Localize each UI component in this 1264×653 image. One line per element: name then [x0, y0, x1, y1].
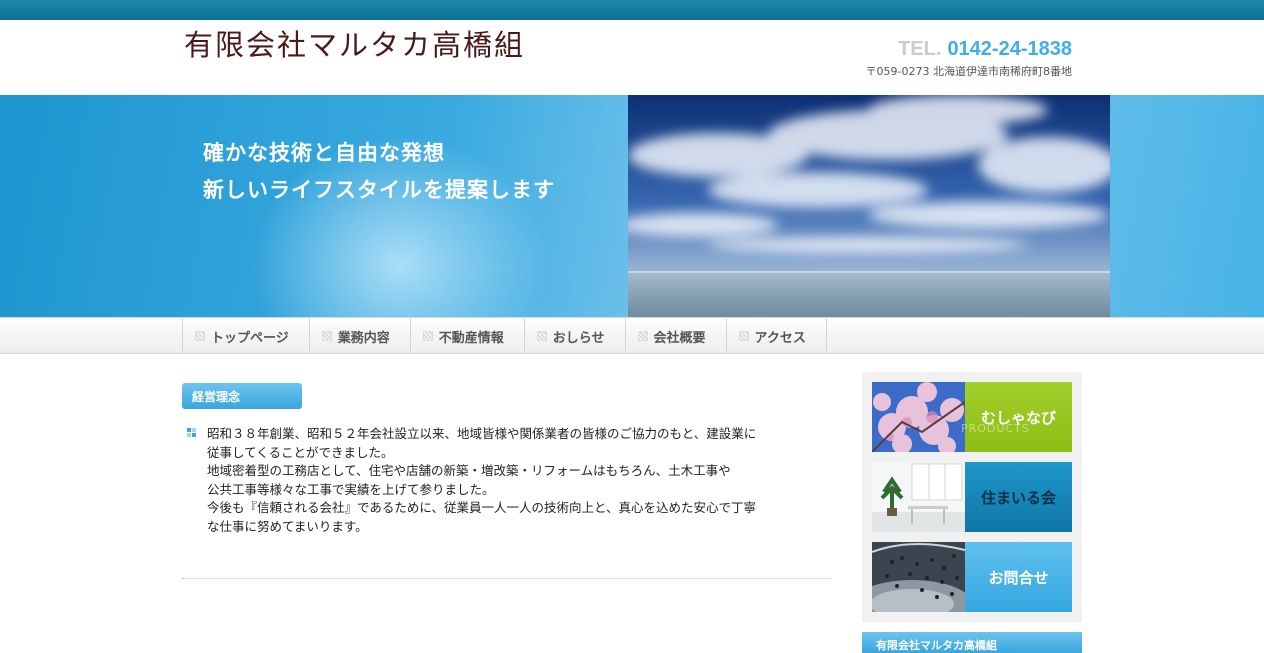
- banner-contact[interactable]: お問合せ: [872, 542, 1072, 612]
- hero-tagline: 確かな技術と自由な発想 新しいライフスタイルを提案します: [203, 135, 555, 209]
- tagline-line-2: 新しいライフスタイルを提案します: [203, 178, 555, 202]
- nav-item-real-estate[interactable]: 不動産情報: [411, 318, 525, 354]
- bullet-icon: [187, 428, 196, 437]
- section-title: 経営理念: [182, 383, 302, 409]
- text-line: 昭和３８年創業、昭和５２年会社設立以来、地域皆様や関係業者の皆様のご協力のもと、…: [207, 426, 757, 441]
- nav-item-top[interactable]: トップページ: [183, 318, 310, 354]
- banner-mushanavi[interactable]: PRODUCTS むしゃなび: [872, 382, 1072, 452]
- nav-label: おしらせ: [552, 330, 605, 346]
- nav-label: 業務内容: [337, 330, 390, 346]
- cherry-blossom-image: [872, 382, 965, 452]
- crowd-image: [872, 542, 965, 612]
- text-line: 従事してくることができました。: [207, 444, 394, 460]
- philosophy-text: 昭和３８年創業、昭和５２年会社設立以来、地域皆様や関係業者の皆様のご協力のもと、…: [207, 425, 797, 536]
- tel-number: 0142-24-1838: [947, 38, 1072, 60]
- tagline-line-1: 確かな技術と自由な発想: [203, 141, 445, 165]
- nav-label: アクセス: [754, 330, 806, 346]
- header: 有限会社マルタカ高橋組 TEL. 0142-24-1838 〒059-0273 北…: [0, 20, 1264, 95]
- philosophy-content: 昭和３８年創業、昭和５２年会社設立以来、地域皆様や関係業者の皆様のご協力のもと、…: [187, 425, 797, 536]
- text-line: 公共工事等様々な工事で実績を上げて参りました。: [207, 481, 495, 497]
- banner-label-area: 住まいる会: [965, 462, 1072, 532]
- global-nav: トップページ 業務内容 不動産情報 おしらせ 会社概要 アクセス: [0, 317, 1264, 354]
- nav-square-icon: [738, 331, 749, 341]
- hero-banner: 確かな技術と自由な発想 新しいライフスタイルを提案します: [0, 95, 1264, 317]
- nav-square-icon: [536, 331, 547, 341]
- nav-label: 不動産情報: [438, 330, 504, 346]
- nav-label: 会社概要: [653, 330, 706, 346]
- nav-item-services[interactable]: 業務内容: [310, 318, 411, 354]
- banner-label-area: PRODUCTS むしゃなび: [961, 382, 1072, 452]
- banner-label: 住まいる会: [980, 488, 1056, 507]
- sidebar-company-heading: 有限会社マルタカ高橋組: [862, 632, 1082, 653]
- tel-prefix: TEL.: [898, 38, 942, 60]
- banner-label: お問合せ: [988, 568, 1049, 587]
- banner-sumairukai[interactable]: 住まいる会: [872, 462, 1072, 532]
- nav-square-icon: [321, 331, 332, 341]
- text-line: 今後も『信頼される会社』であるために、従業員一人一人の技術向上と、真心を込めた安…: [207, 500, 757, 515]
- nav-item-access[interactable]: アクセス: [727, 318, 827, 354]
- sidebar: PRODUCTS むしゃなび 住まいる会 お問合せ: [862, 372, 1082, 622]
- phone-number: TEL. 0142-24-1838: [898, 38, 1072, 61]
- nav-square-icon: [422, 331, 433, 341]
- company-logo[interactable]: 有限会社マルタカ高橋組: [184, 22, 525, 64]
- nav-label: トップページ: [211, 330, 289, 346]
- sky-sea-photo: [628, 95, 1110, 317]
- address: 〒059-0273 北海道伊達市南稀府町8番地: [865, 65, 1072, 78]
- top-bar: [0, 0, 1264, 20]
- banner-ghost-text: PRODUCTS: [961, 422, 1030, 435]
- nav-item-news[interactable]: おしらせ: [525, 318, 626, 354]
- nav-square-icon: [195, 331, 205, 341]
- text-line: 地域密着型の工務店として、住宅や店舗の新築・増改築・リフォームはもちろん、土木工…: [207, 463, 731, 478]
- nav-square-icon: [637, 331, 648, 341]
- interior-image: [872, 462, 965, 532]
- nav-item-company[interactable]: 会社概要: [626, 318, 727, 354]
- text-line: な仕事に努めてまいります。: [207, 518, 368, 534]
- content-divider: [182, 578, 832, 579]
- banner-label-area: お問合せ: [965, 542, 1072, 612]
